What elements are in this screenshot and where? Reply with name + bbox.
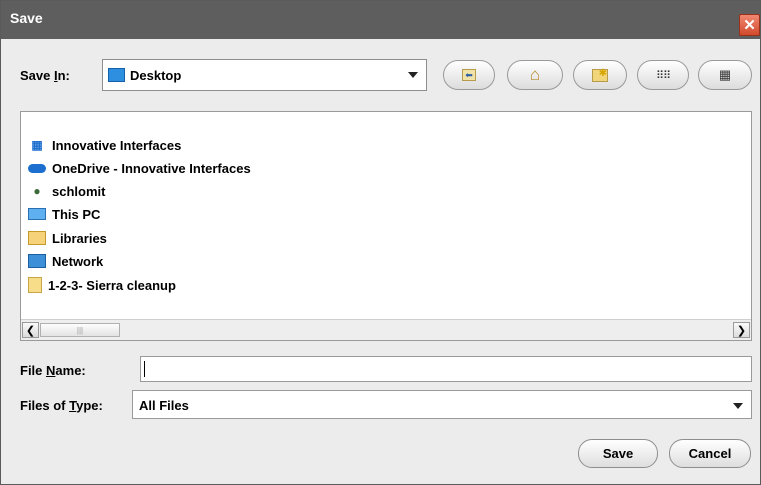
- title-bar[interactable]: Save ✕: [1, 1, 760, 39]
- files-of-type-combo[interactable]: All Files: [132, 390, 752, 419]
- list-item[interactable]: 1-2-3- Sierra cleanup: [28, 275, 176, 295]
- files-of-type-label: Files of Type:: [20, 398, 103, 413]
- details-view-icon: ▦: [718, 67, 732, 82]
- list-item-label: Innovative Interfaces: [52, 137, 182, 153]
- file-name-label: File Name:: [20, 363, 86, 378]
- list-item[interactable]: Network: [28, 251, 103, 271]
- desktop-folder-icon: [108, 68, 125, 82]
- list-item-label: OneDrive - Innovative Interfaces: [52, 160, 251, 176]
- details-view-button[interactable]: ▦: [698, 60, 752, 90]
- save-in-label: Save In:: [20, 68, 70, 83]
- cancel-button[interactable]: Cancel: [669, 439, 751, 468]
- scroll-thumb[interactable]: |||: [40, 323, 120, 337]
- save-in-value: Desktop: [130, 68, 182, 83]
- scroll-left-button[interactable]: ❮: [22, 322, 39, 338]
- chevron-down-icon[interactable]: [408, 72, 418, 78]
- list-item[interactable]: ● schlomit: [28, 181, 105, 201]
- scroll-right-button[interactable]: ❯: [733, 322, 750, 338]
- list-view-button[interactable]: ⠿⠿: [637, 60, 689, 90]
- grip-icon: |||: [76, 325, 84, 335]
- libraries-icon: [28, 231, 46, 245]
- close-icon: ✕: [743, 17, 756, 34]
- computer-icon: [28, 208, 46, 220]
- chevron-down-icon[interactable]: [733, 403, 743, 409]
- chevron-left-icon: ❮: [25, 324, 36, 337]
- list-item-label: 1-2-3- Sierra cleanup: [48, 277, 176, 293]
- user-icon: ●: [33, 184, 41, 198]
- list-item-label: Libraries: [52, 230, 107, 246]
- chevron-right-icon: ❯: [736, 324, 747, 337]
- new-folder-icon: ✱: [592, 68, 608, 82]
- list-view-icon: ⠿⠿: [655, 69, 671, 82]
- list-item-label: Network: [52, 253, 104, 269]
- building-icon: ▦: [31, 138, 43, 152]
- close-button[interactable]: ✕: [739, 14, 760, 36]
- home-button[interactable]: ⌂: [507, 60, 563, 90]
- save-dialog: Save ✕ Save In: Desktop ⬅ ⌂ ✱ ⠿⠿ ▦ ▦ Inn…: [0, 0, 761, 485]
- horizontal-scrollbar[interactable]: ❮ ||| ❯: [21, 319, 751, 340]
- network-icon: [28, 254, 46, 268]
- file-name-input[interactable]: [140, 356, 752, 382]
- list-item[interactable]: OneDrive - Innovative Interfaces: [28, 158, 251, 178]
- dialog-title: Save: [10, 10, 43, 26]
- save-in-combo[interactable]: Desktop: [102, 59, 427, 91]
- list-item[interactable]: ▦ Innovative Interfaces: [28, 135, 181, 155]
- home-icon: ⌂: [529, 65, 541, 84]
- save-button[interactable]: Save: [578, 439, 658, 468]
- file-list[interactable]: ▦ Innovative Interfaces OneDrive - Innov…: [20, 111, 752, 341]
- new-folder-button[interactable]: ✱: [573, 60, 627, 90]
- folder-icon: [28, 277, 42, 293]
- list-item-label: This PC: [52, 206, 101, 222]
- list-item[interactable]: This PC: [28, 204, 100, 224]
- onedrive-cloud-icon: [28, 163, 46, 173]
- up-folder-icon: ⬅: [462, 69, 476, 81]
- files-of-type-value: All Files: [139, 398, 189, 413]
- up-one-level-button[interactable]: ⬅: [443, 60, 495, 90]
- text-caret: [144, 361, 145, 377]
- list-item-label: schlomit: [52, 183, 106, 199]
- list-item[interactable]: Libraries: [28, 228, 107, 248]
